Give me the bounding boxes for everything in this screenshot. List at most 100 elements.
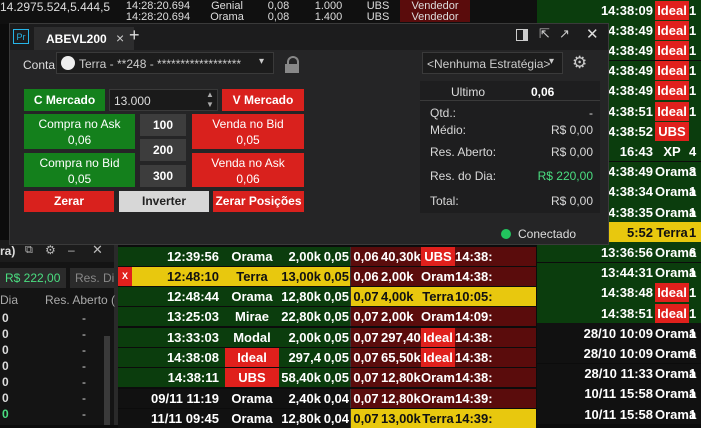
ladder-row: 13:44:31 Orama 1 bbox=[537, 262, 701, 283]
sell-at-bid-button[interactable]: Venda no Bid 0,05 bbox=[192, 114, 304, 149]
trade-price: 0,08 bbox=[267, 11, 290, 22]
ladder-broker: Orama bbox=[655, 366, 697, 382]
options-icon[interactable]: ⚙ bbox=[45, 243, 56, 257]
inverter-button[interactable]: Inverter bbox=[119, 191, 209, 212]
minimize-icon[interactable]: – bbox=[68, 243, 75, 257]
remove-x-icon bbox=[118, 408, 132, 428]
remove-x-icon[interactable]: X bbox=[118, 266, 132, 286]
book-bid-price: 0,05 bbox=[321, 287, 351, 307]
buy-at-ask-button[interactable]: Compra no Ask 0,06 bbox=[24, 114, 135, 149]
book-ask-time: 14:38: bbox=[455, 327, 497, 347]
book-ask-time: 10:05: bbox=[455, 287, 497, 307]
qty-200-button[interactable]: 200 bbox=[140, 139, 186, 161]
ladder-row: 14:38:09 Ideal 1 bbox=[537, 0, 701, 20]
ladder-extra: 6 bbox=[689, 244, 697, 260]
popout-icon[interactable]: ⧉ bbox=[25, 244, 37, 256]
conta-label: Conta bbox=[23, 58, 56, 72]
ladder-broker: Orama bbox=[655, 184, 697, 200]
popout-icon[interactable]: ⇱ bbox=[539, 26, 550, 42]
sell-ask-price: 0,06 bbox=[236, 172, 260, 186]
ladder-broker: Orama bbox=[655, 244, 697, 260]
total-row: Total: R$ 0,00 bbox=[430, 194, 593, 208]
ladder-broker: Ideal bbox=[655, 61, 689, 81]
res-dia-row: Res. do Dia: R$ 220,00 bbox=[430, 169, 593, 183]
tab-abevl200[interactable]: ABEVL200 × bbox=[34, 27, 134, 50]
zerar-button[interactable]: Zerar bbox=[24, 191, 114, 212]
book-filler bbox=[497, 307, 536, 327]
buy-ask-label: Compra no Ask bbox=[38, 117, 121, 131]
left-panel-title: ra) bbox=[0, 244, 16, 258]
connection-status-icon bbox=[501, 229, 511, 239]
ladder-broker: Orama bbox=[655, 345, 697, 361]
book-time: 12:48:44 bbox=[132, 287, 225, 307]
ladder-extra: 1 bbox=[689, 42, 697, 58]
remove-x-icon bbox=[118, 307, 132, 327]
left-row-value: 0 bbox=[2, 359, 9, 373]
ladder-row: 10/11 15:58 Orama 1 bbox=[537, 383, 701, 404]
strategy-select[interactable]: <Nenhuma Estratégia> ▾ bbox=[422, 52, 563, 74]
result-day-tab[interactable]: Res. Di bbox=[70, 268, 114, 288]
book-bid-price: 0,05 bbox=[321, 368, 351, 388]
close-window-icon[interactable]: ✕ bbox=[586, 25, 599, 43]
book-ask-price: 0,07 bbox=[351, 388, 381, 408]
layout-icon[interactable] bbox=[516, 29, 528, 41]
book-ask-qty: 12,80k bbox=[381, 368, 421, 388]
ladder-extra: 1 bbox=[689, 204, 697, 220]
buy-at-bid-button[interactable]: Compra no Bid 0,05 bbox=[24, 153, 135, 187]
close-tab-icon[interactable]: × bbox=[116, 30, 124, 46]
sell-at-ask-button[interactable]: Venda no Ask 0,06 bbox=[192, 153, 304, 187]
book-filler bbox=[497, 368, 536, 388]
zerar-posicoes-button[interactable]: Zerar Posições bbox=[213, 191, 304, 212]
book-ask-qty: 13,00k bbox=[381, 408, 421, 428]
ladder-extra: 4 bbox=[689, 143, 697, 159]
ladder-extra: 1 bbox=[689, 285, 697, 301]
ladder-extra: 1 bbox=[689, 83, 697, 99]
strategy-value: <Nenhuma Estratégia> bbox=[427, 57, 551, 71]
trade-price: 0,08 bbox=[267, 0, 290, 11]
scrollbar[interactable] bbox=[104, 336, 110, 425]
increment-icon[interactable]: ▲ bbox=[206, 90, 214, 99]
book-time: 14:38:11 bbox=[132, 368, 225, 388]
ladder-time: 10/11 15:58 bbox=[584, 406, 653, 422]
trade-side: Vendedor bbox=[400, 11, 470, 22]
sell-market-button[interactable]: V Mercado bbox=[222, 89, 304, 111]
ladder-extra: 1 bbox=[689, 305, 697, 321]
account-select[interactable]: Terra - **248 - ****************** ▾ bbox=[56, 52, 274, 74]
book-row: 11/11 09:45 Orama 12,80k 0,04 0,07 13,00k Terr… bbox=[118, 408, 536, 428]
qty-300-button[interactable]: 300 bbox=[140, 165, 186, 187]
terra-logo-icon bbox=[61, 56, 75, 70]
qty-100-button[interactable]: 100 bbox=[140, 114, 186, 136]
ladder-extra: 1 bbox=[689, 366, 697, 382]
book-qty: 13,00k bbox=[279, 266, 321, 286]
ladder-row: 13:36:56 Orama 6 bbox=[537, 242, 701, 263]
decrement-icon[interactable]: ▼ bbox=[206, 100, 214, 109]
ladder-broker: Orama bbox=[655, 164, 697, 180]
chart-icon[interactable]: ↗ bbox=[559, 26, 570, 42]
add-tab-icon[interactable]: + bbox=[129, 25, 140, 46]
book-broker: Orama bbox=[225, 408, 279, 428]
book-broker: Modal bbox=[225, 327, 279, 347]
left-row-dash: - bbox=[82, 343, 86, 357]
book-row: 14:38:11UBS58,40k0,050,0712,80kOrama14:3… bbox=[118, 368, 536, 388]
book-ask-price: 0,07 bbox=[351, 408, 381, 428]
top-trade-row: 14:28:20.694 Orama 0,08 1.400 UBS Vendedor bbox=[118, 11, 536, 22]
book-ask-time: 14:38: bbox=[455, 246, 497, 266]
quantity-stepper[interactable]: 13.000 ▲ ▼ bbox=[109, 89, 218, 111]
book-ask-broker: Ideal bbox=[421, 348, 455, 367]
ladder-broker: Ideal bbox=[655, 283, 689, 303]
book-row: 13:33:03 Modal 2,00k 0,05 0,07 297,40 Ideal 14:… bbox=[118, 327, 536, 347]
book-ask-time: 14:38: bbox=[455, 348, 497, 367]
book-filler bbox=[497, 287, 536, 307]
buy-market-button[interactable]: C Mercado bbox=[24, 89, 105, 111]
book-bid-price: 0,04 bbox=[321, 408, 351, 428]
buy-bid-label: Compra no Bid bbox=[39, 156, 120, 170]
book-filler bbox=[497, 266, 536, 286]
ladder-time: 14:38:09 bbox=[600, 2, 653, 18]
book-row: 12:39:56 Orama 2,00k 0,05 0,06 40,30k UBS 14:38… bbox=[118, 246, 536, 266]
gear-icon[interactable]: ⚙ bbox=[572, 53, 587, 73]
sell-bid-price: 0,05 bbox=[236, 133, 260, 147]
buy-bid-price: 0,05 bbox=[67, 172, 92, 186]
left-row-dash: - bbox=[82, 311, 86, 325]
book-qty: 12,80k bbox=[279, 408, 321, 428]
book-time: 11/11 09:45 bbox=[132, 408, 225, 428]
